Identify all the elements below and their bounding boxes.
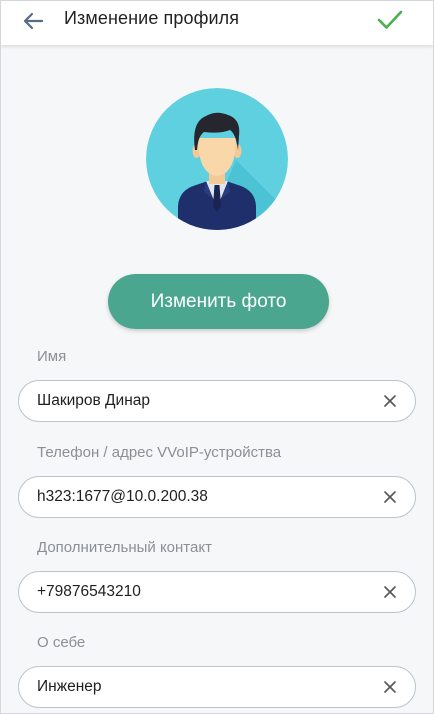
clear-additional-contact-button[interactable] [381,583,399,601]
additional-contact-field [18,571,416,613]
clear-phone-button[interactable] [381,488,399,506]
clear-about-button[interactable] [381,678,399,696]
save-button[interactable] [375,5,405,35]
close-icon [384,491,396,503]
app-bar: Изменение профиля [1,1,433,45]
profile-avatar [146,88,288,230]
change-photo-button[interactable]: Изменить фото [108,274,329,329]
field-label-phone: Телефон / адрес VVoIP-устройства [37,444,282,461]
close-icon [384,586,396,598]
user-avatar-icon [146,88,288,230]
clear-name-button[interactable] [381,392,399,410]
page-title: Изменение профиля [64,8,240,28]
about-input[interactable] [37,667,367,707]
field-label-additional-contact: Дополнительный контакт [37,539,212,556]
phone-input[interactable] [37,477,367,517]
phone-field [18,476,416,518]
profile-edit-screen: Изменение профиля Изменить фото Имя Шаки… [0,0,434,714]
additional-contact-input[interactable] [37,572,367,612]
name-input[interactable] [37,381,367,421]
about-field [18,666,416,708]
close-icon [384,681,396,693]
close-icon [384,395,396,407]
field-label-about: О себе [37,634,86,651]
checkmark-icon [377,10,403,29]
arrow-left-icon [23,12,44,30]
name-field [18,380,416,422]
field-label-name: Имя [37,348,67,365]
back-button[interactable] [19,7,47,35]
